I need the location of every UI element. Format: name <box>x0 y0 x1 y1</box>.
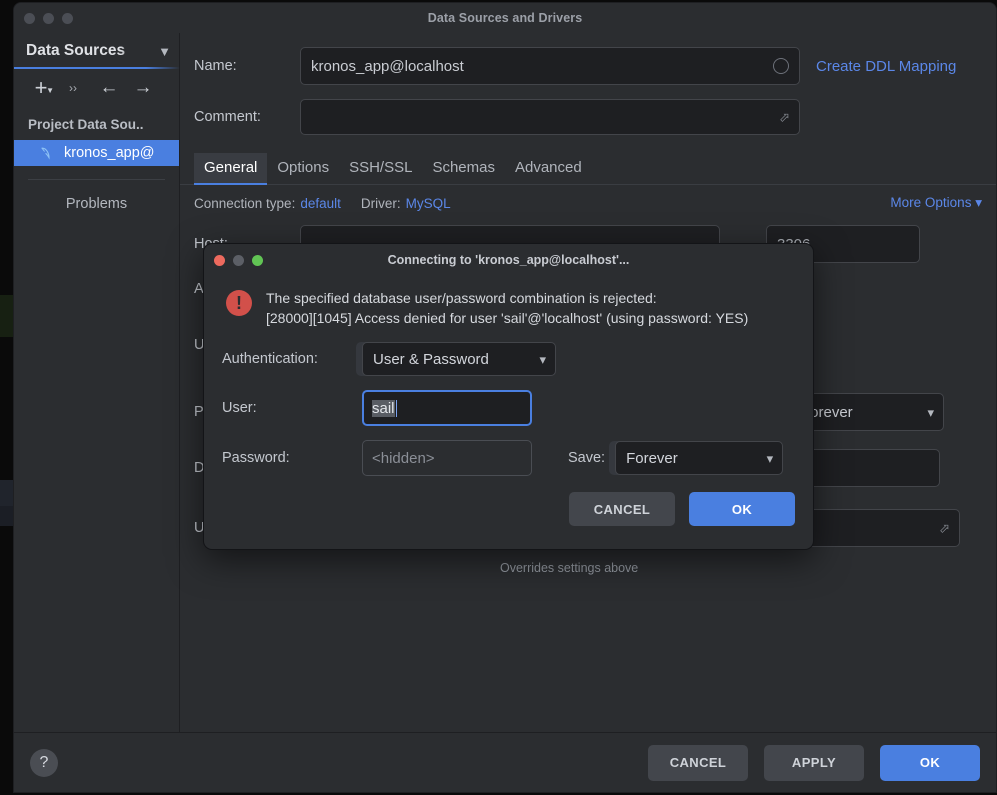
authentication-select[interactable]: User & Password ▾ <box>362 342 556 376</box>
dialog-user-row: User: sail <box>204 390 813 426</box>
dialog-ok-button[interactable]: OK <box>689 492 795 526</box>
sidebar-header-underline <box>14 67 180 69</box>
status-circle-icon <box>773 58 789 74</box>
chevron-down-icon: ▾ <box>975 195 982 210</box>
sidebar-toolbar: + ▼ ›› ← → <box>14 69 179 107</box>
dialog-zoom-button[interactable] <box>252 255 263 266</box>
driver-label: Driver: <box>360 195 401 211</box>
question-mark-icon: ? <box>39 753 49 771</box>
dialog-user-label: User: <box>222 400 257 416</box>
comment-input[interactable]: ⬀ <box>300 99 800 135</box>
zoom-window-button[interactable] <box>62 13 73 24</box>
name-input[interactable]: kronos_app@localhost <box>300 47 800 85</box>
dialog-save-label: Save: <box>568 450 606 466</box>
text-caret <box>395 399 398 417</box>
dialog-close-button[interactable] <box>214 255 225 266</box>
password-placeholder: <hidden> <box>372 449 435 467</box>
ok-button[interactable]: OK <box>880 744 980 781</box>
error-line-1: The specified database user/password com… <box>266 290 657 306</box>
minimize-window-button[interactable] <box>43 13 54 24</box>
comment-label: Comment: <box>194 109 261 125</box>
sidebar: Data Sources ▼ + ▼ ›› ← → Project Data S… <box>14 33 180 792</box>
dialog-auth-label: Authentication: <box>222 351 318 367</box>
tab-general[interactable]: General <box>194 153 268 185</box>
connecting-dialog: Connecting to 'kronos_app@localhost'... … <box>203 243 814 550</box>
tab-schemas[interactable]: Schemas <box>422 153 505 184</box>
dialog-password-row: Password: <hidden> Save: Forever ▾ <box>204 440 813 476</box>
driver-value[interactable]: MySQL <box>406 196 451 211</box>
window-titlebar: Data Sources and Drivers <box>14 3 996 33</box>
save-select[interactable]: Forever ▾ <box>615 441 784 475</box>
create-ddl-mapping-link[interactable]: Create DDL Mapping <box>816 58 956 75</box>
more-actions-button[interactable]: ›› <box>54 75 92 101</box>
dialog-password-label: Password: <box>222 450 290 466</box>
back-button[interactable]: ← <box>92 75 126 101</box>
tab-options[interactable]: Options <box>267 153 339 184</box>
save-value: Forever <box>626 449 678 467</box>
user-input[interactable]: sail <box>362 390 532 426</box>
dialog-auth-row: Authentication: User & Password ▾ <box>204 342 813 376</box>
comment-field-row: Comment: ⬀ <box>180 99 996 135</box>
name-field-row: Name: kronos_app@localhost Create DDL Ma… <box>180 47 996 85</box>
dialog-titlebar: Connecting to 'kronos_app@localhost'... <box>204 244 813 276</box>
window-traffic-lights[interactable] <box>24 13 73 24</box>
dialog-traffic-lights[interactable] <box>214 255 263 266</box>
cancel-button[interactable]: CANCEL <box>648 744 748 781</box>
connection-meta-row: Connection type: default Driver: MySQL M… <box>180 185 996 211</box>
chevron-down-icon[interactable]: ▼ <box>158 45 171 58</box>
expand-editor-icon[interactable]: ⬀ <box>939 522 950 535</box>
forward-button[interactable]: → <box>126 75 160 101</box>
more-options-label: More Options <box>890 195 972 210</box>
action-buttons: CANCEL APPLY OK <box>648 744 980 781</box>
user-input-value: sail <box>372 399 395 417</box>
tab-advanced[interactable]: Advanced <box>505 153 592 184</box>
add-data-source-button[interactable]: + ▼ <box>28 75 54 101</box>
close-window-button[interactable] <box>24 13 35 24</box>
error-line-2: [28000][1045] Access denied for user 'sa… <box>266 310 749 326</box>
url-hint: Overrides settings above <box>500 561 639 575</box>
tab-ssh-ssl[interactable]: SSH/SSL <box>339 153 422 184</box>
chevron-down-icon: ▾ <box>539 352 546 367</box>
dialog-title: Connecting to 'kronos_app@localhost'... <box>387 253 630 267</box>
name-label: Name: <box>194 58 237 74</box>
expand-editor-icon[interactable]: ⬀ <box>779 111 790 124</box>
sidebar-header[interactable]: Data Sources ▼ <box>14 33 180 69</box>
dialog-minimize-button[interactable] <box>233 255 244 266</box>
dialog-cancel-button[interactable]: CANCEL <box>569 492 675 526</box>
name-input-value: kronos_app@localhost <box>311 57 464 75</box>
sidebar-header-label: Data Sources <box>26 42 126 59</box>
dialog-action-bar: ? CANCEL APPLY OK <box>14 732 996 792</box>
apply-button[interactable]: APPLY <box>764 744 864 781</box>
authentication-value: User & Password <box>373 350 489 368</box>
dialog-buttons: CANCEL OK <box>204 476 813 526</box>
window-title: Data Sources and Drivers <box>427 11 583 25</box>
sidebar-item-problems[interactable]: Problems <box>14 180 179 212</box>
more-options-link[interactable]: More Options ▾ <box>890 195 982 211</box>
sidebar-item-kronos-app[interactable]: kronos_app@ <box>14 140 179 166</box>
connection-type-value[interactable]: default <box>300 196 341 211</box>
chevron-down-small-icon: ▼ <box>46 86 54 95</box>
chevron-down-icon: ▾ <box>927 405 934 420</box>
error-text: The specified database user/password com… <box>266 288 748 328</box>
settings-tabs: General Options SSH/SSL Schemas Advanced <box>180 153 996 185</box>
sidebar-section-title: Project Data Sou.. <box>28 117 144 132</box>
help-button[interactable]: ? <box>30 748 58 777</box>
password-input[interactable]: <hidden> <box>362 440 532 476</box>
dialog-error-message: ! The specified database user/password c… <box>204 276 813 328</box>
sidebar-item-label: kronos_app@ <box>64 145 155 161</box>
chevron-down-icon: ▾ <box>766 451 774 466</box>
error-exclamation-icon: ! <box>226 290 252 316</box>
mysql-dolphin-icon <box>41 147 50 160</box>
connection-type-label: Connection type: <box>194 195 296 211</box>
